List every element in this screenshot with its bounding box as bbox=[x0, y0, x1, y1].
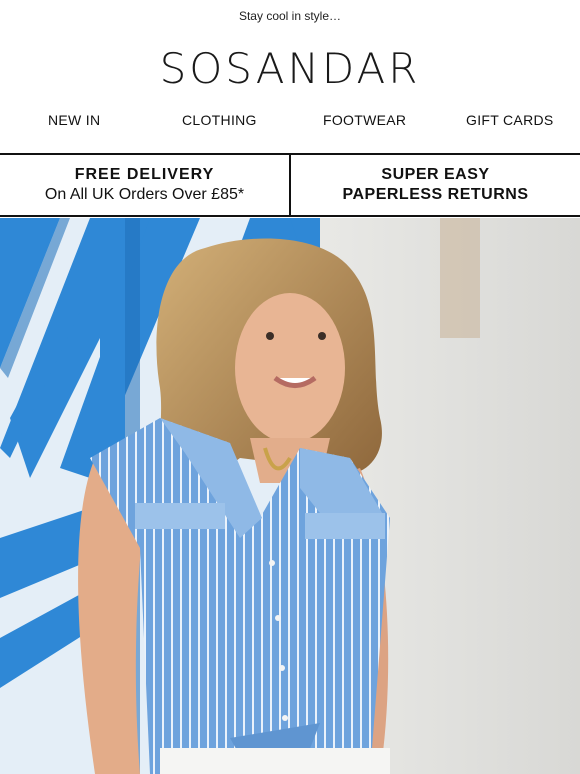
nav-item-gift-cards[interactable]: GIFT CARDS bbox=[466, 112, 554, 128]
nav-item-new-in[interactable]: NEW IN bbox=[48, 112, 100, 128]
returns-line-1: SUPER EASY bbox=[381, 166, 490, 183]
free-delivery-subtitle: On All UK Orders Over £85* bbox=[44, 186, 245, 203]
main-nav: NEW IN CLOTHING FOOTWEAR GIFT CARDS bbox=[0, 112, 580, 138]
free-delivery-cell[interactable]: FREE DELIVERY On All UK Orders Over £85* bbox=[0, 155, 289, 215]
brand-logo[interactable]: SOSANDAR bbox=[0, 46, 580, 92]
hero-image[interactable] bbox=[0, 218, 580, 774]
hero-photo bbox=[0, 218, 580, 774]
preheader: Stay cool in style… bbox=[0, 0, 580, 32]
free-delivery-title: FREE DELIVERY bbox=[74, 166, 215, 183]
usp-banner: FREE DELIVERY On All UK Orders Over £85*… bbox=[0, 153, 580, 217]
nav-item-clothing[interactable]: CLOTHING bbox=[182, 112, 257, 128]
preheader-text: Stay cool in style… bbox=[238, 9, 342, 23]
nav-item-footwear[interactable]: FOOTWEAR bbox=[323, 112, 406, 128]
returns-cell[interactable]: SUPER EASY PAPERLESS RETURNS bbox=[289, 155, 580, 215]
returns-line-2: PAPERLESS RETURNS bbox=[342, 186, 529, 203]
